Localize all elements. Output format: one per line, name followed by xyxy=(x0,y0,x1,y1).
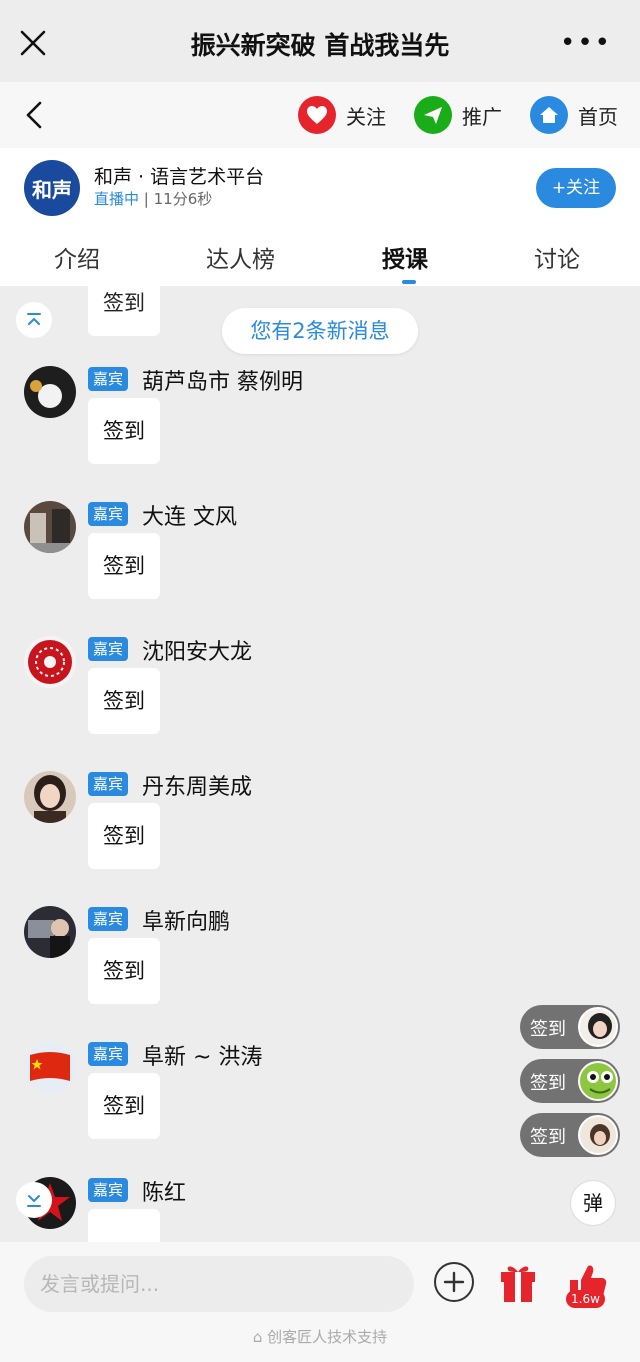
new-messages-notice[interactable]: 您有2条新消息 xyxy=(222,308,418,354)
footer-credit: ⌂ 创客匠人技术支持 xyxy=(0,1326,640,1347)
home-action-label: 首页 xyxy=(578,104,618,129)
footer-logo-icon: ⌂ xyxy=(252,1328,268,1346)
message-bubble: 签到 xyxy=(88,803,160,869)
floating-signin-label: 签到 xyxy=(530,1073,566,1094)
user-name: 丹东周美成 xyxy=(142,775,253,800)
guest-badge: 嘉宾 xyxy=(88,367,129,391)
channel-name: 和声 · 语言艺术平台 xyxy=(94,166,265,188)
send-icon xyxy=(414,96,452,134)
scroll-to-bottom-icon[interactable] xyxy=(16,1182,52,1218)
follow-action-label: 关注 xyxy=(346,104,386,129)
guest-badge: 嘉宾 xyxy=(88,637,129,661)
live-status: 直播中 | 11分6秒 xyxy=(94,188,212,209)
guest-badge: 嘉宾 xyxy=(88,1178,129,1202)
guest-badge: 嘉宾 xyxy=(88,907,129,931)
close-icon[interactable] xyxy=(18,28,48,58)
avatar xyxy=(578,1061,618,1101)
message-bubble: 签到 xyxy=(88,1073,160,1139)
scroll-to-top-icon[interactable] xyxy=(16,302,52,338)
list-item: 嘉宾 葫芦岛市 蔡例明 签到 xyxy=(0,366,640,501)
back-arrow-icon[interactable] xyxy=(22,100,48,130)
avatar[interactable] xyxy=(24,636,76,688)
tab-leaderboard[interactable]: 达人榜 xyxy=(206,240,275,274)
guest-badge: 嘉宾 xyxy=(88,772,129,796)
home-icon xyxy=(530,96,568,134)
avatar[interactable] xyxy=(24,501,76,553)
avatar[interactable] xyxy=(24,366,76,418)
avatar[interactable] xyxy=(24,906,76,958)
promote-action-label: 推广 xyxy=(462,104,502,129)
avatar xyxy=(578,1007,618,1047)
danmu-toggle-button[interactable]: 弹 xyxy=(570,1180,616,1226)
tab-discussion[interactable]: 讨论 xyxy=(534,240,580,274)
guest-badge: 嘉宾 xyxy=(88,1042,129,1066)
tab-lessons[interactable]: 授课 xyxy=(382,240,428,274)
floating-signin: 签到 xyxy=(520,1113,620,1157)
list-item: 嘉宾 大连 文风 签到 xyxy=(0,501,640,636)
channel-header: 和声 和声 · 语言艺术平台 直播中 | 11分6秒 +关注 xyxy=(0,148,640,228)
floating-signin: 签到 xyxy=(520,1005,620,1049)
channel-logo[interactable]: 和声 xyxy=(24,160,80,216)
heart-icon xyxy=(298,96,336,134)
user-name: 阜新 ~ 洪涛 xyxy=(142,1045,263,1070)
nav-bar: 关注 推广 首页 xyxy=(0,82,640,148)
floating-signin: 签到 xyxy=(520,1059,620,1103)
comment-input[interactable]: 发言或提问... xyxy=(24,1256,414,1312)
message-bubble: 签到 xyxy=(88,286,160,336)
live-status-label: 直播中 xyxy=(94,190,140,208)
like-count-badge: 1.6w xyxy=(566,1290,605,1308)
list-item: 嘉宾 丹东周美成 签到 xyxy=(0,771,640,906)
tab-intro[interactable]: 介绍 xyxy=(54,240,100,274)
avatar[interactable] xyxy=(24,771,76,823)
tab-active-indicator xyxy=(402,280,416,284)
avatar[interactable] xyxy=(24,1041,76,1093)
list-item: 嘉宾 沈阳安大龙 签到 xyxy=(0,636,640,771)
message-bubble xyxy=(88,1209,160,1242)
message-bubble: 签到 xyxy=(88,533,160,599)
list-item: 嘉宾 陈红 xyxy=(0,1177,640,1242)
user-name: 大连 文风 xyxy=(142,505,237,530)
title-bar: 振兴新突破 首战我当先 ••• xyxy=(0,0,640,88)
tab-bar: 介绍 达人榜 授课 讨论 xyxy=(0,228,640,286)
footer-text: 创客匠人技术支持 xyxy=(267,1328,388,1346)
user-name: 葫芦岛市 蔡例明 xyxy=(142,370,303,395)
user-name: 沈阳安大龙 xyxy=(142,640,253,665)
guest-badge: 嘉宾 xyxy=(88,502,129,526)
user-name: 阜新向鹏 xyxy=(142,910,231,935)
follow-button[interactable]: +关注 xyxy=(536,168,616,208)
plus-icon[interactable] xyxy=(434,1262,474,1302)
floating-signin-label: 签到 xyxy=(530,1127,566,1148)
gift-icon[interactable] xyxy=(498,1260,538,1304)
promote-action[interactable]: 推广 xyxy=(414,95,502,135)
follow-action[interactable]: 关注 xyxy=(298,95,386,135)
message-bubble: 签到 xyxy=(88,668,160,734)
user-name: 陈红 xyxy=(142,1181,187,1206)
message-bubble: 签到 xyxy=(88,398,160,464)
bottom-bar: 发言或提问... 1.6w ⌂ 创客匠人技术支持 xyxy=(0,1242,640,1362)
page-title: 振兴新突破 首战我当先 xyxy=(190,31,450,60)
live-duration: | 11分6秒 xyxy=(139,190,213,208)
floating-signin-label: 签到 xyxy=(530,1019,566,1040)
more-icon[interactable]: ••• xyxy=(560,30,612,56)
message-bubble: 签到 xyxy=(88,938,160,1004)
avatar xyxy=(578,1115,618,1155)
home-action[interactable]: 首页 xyxy=(530,95,618,135)
